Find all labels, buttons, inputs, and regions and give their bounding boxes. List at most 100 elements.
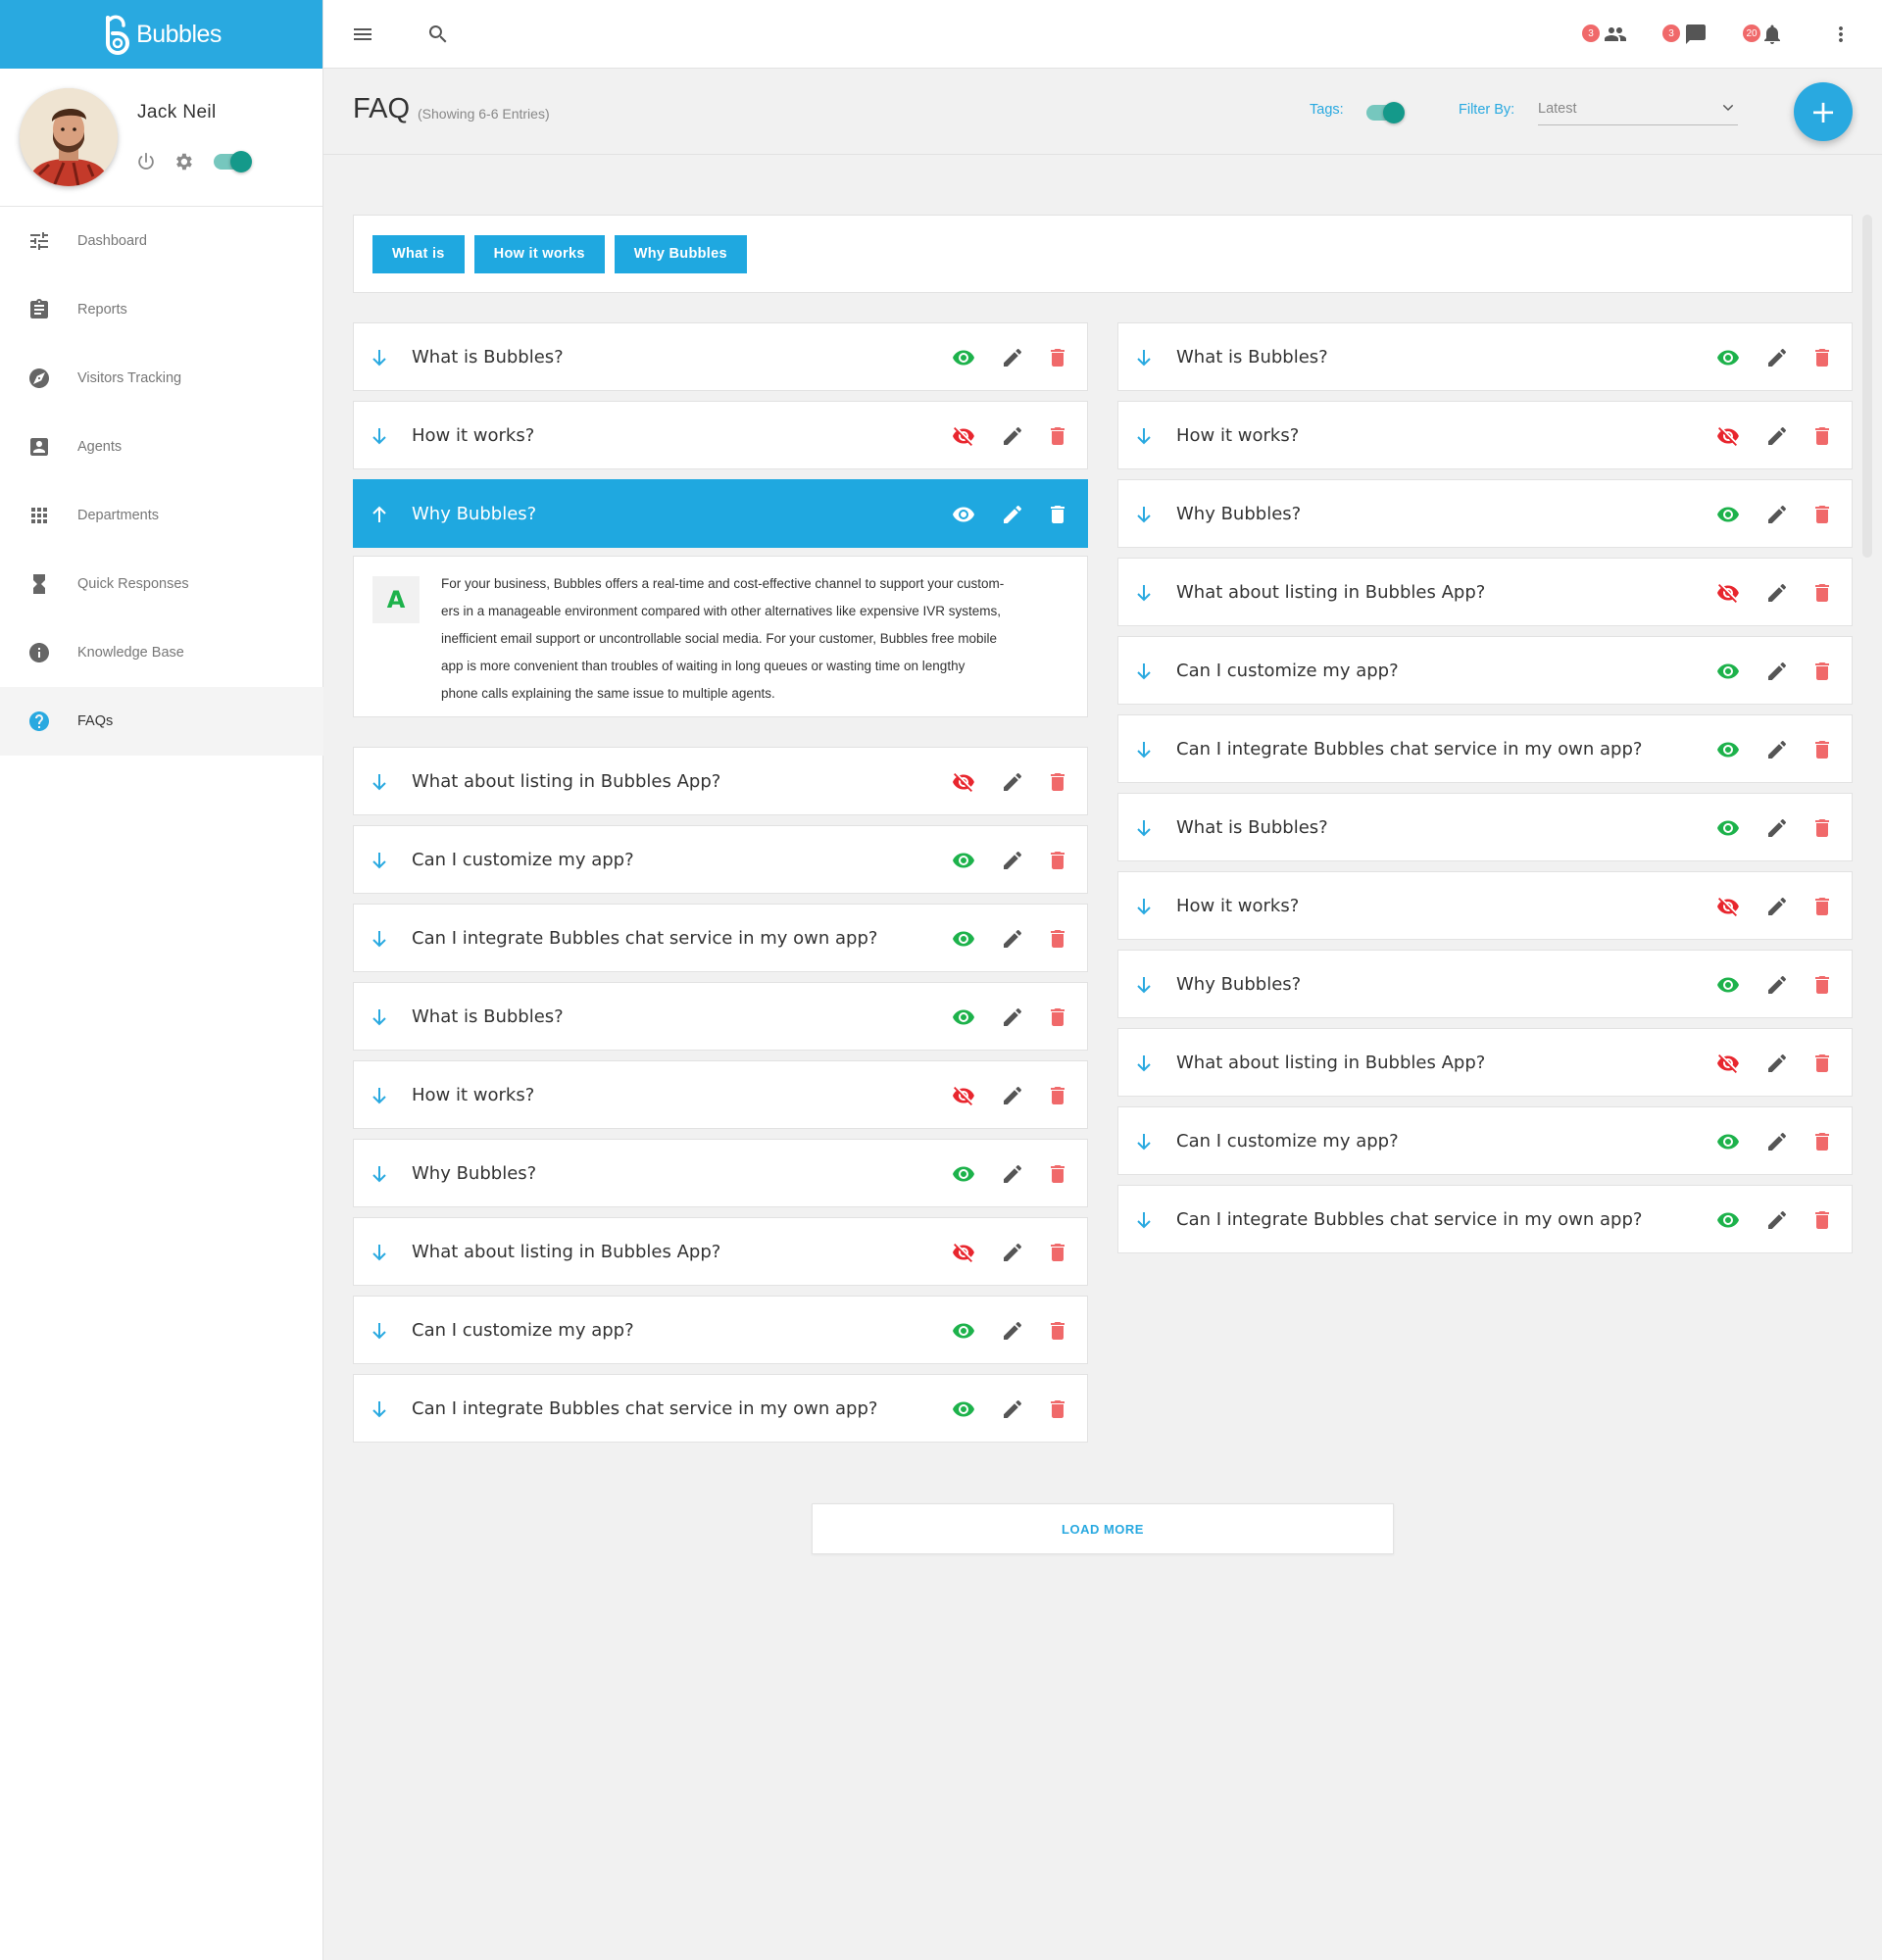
trash-icon[interactable] <box>1810 660 1834 683</box>
scrollbar[interactable] <box>1862 215 1872 558</box>
eye-icon[interactable] <box>1716 738 1740 761</box>
sidebar-item-departments[interactable]: Departments <box>0 481 323 550</box>
edit-icon[interactable] <box>1765 660 1789 683</box>
arrow-down-icon[interactable] <box>368 849 391 872</box>
faq-item[interactable]: Can I customize my app? <box>353 825 1088 894</box>
sidebar-item-quick-responses[interactable]: Quick Responses <box>0 550 323 618</box>
trash-icon[interactable] <box>1810 1052 1834 1075</box>
arrow-down-icon[interactable] <box>368 927 391 951</box>
edit-icon[interactable] <box>1001 849 1024 872</box>
eye-icon[interactable] <box>952 1397 975 1421</box>
add-faq-button[interactable]: + <box>1794 82 1853 141</box>
eye-icon[interactable] <box>1716 346 1740 369</box>
edit-icon[interactable] <box>1765 581 1789 605</box>
edit-icon[interactable] <box>1001 503 1024 526</box>
faq-item[interactable]: What about listing in Bubbles App? <box>353 1217 1088 1286</box>
faq-item[interactable]: How it works? <box>1117 401 1853 469</box>
trash-icon[interactable] <box>1046 346 1069 369</box>
tab-what-is[interactable]: What is <box>372 234 465 273</box>
trash-icon[interactable] <box>1810 581 1834 605</box>
eye-icon[interactable] <box>1716 1208 1740 1232</box>
arrow-down-icon[interactable] <box>368 1241 391 1264</box>
edit-icon[interactable] <box>1001 1319 1024 1343</box>
arrow-down-icon[interactable] <box>368 1162 391 1186</box>
eye-off-icon[interactable] <box>952 424 975 448</box>
edit-icon[interactable] <box>1765 738 1789 761</box>
eye-off-icon[interactable] <box>1716 424 1740 448</box>
arrow-down-icon[interactable] <box>368 1319 391 1343</box>
arrow-down-icon[interactable] <box>368 346 391 369</box>
eye-icon[interactable] <box>952 849 975 872</box>
edit-icon[interactable] <box>1001 1397 1024 1421</box>
edit-icon[interactable] <box>1001 424 1024 448</box>
edit-icon[interactable] <box>1765 346 1789 369</box>
trash-icon[interactable] <box>1046 1397 1069 1421</box>
eye-off-icon[interactable] <box>952 1241 975 1264</box>
arrow-down-icon[interactable] <box>1132 973 1156 997</box>
arrow-down-icon[interactable] <box>368 1084 391 1107</box>
sidebar-item-agents[interactable]: Agents <box>0 413 323 481</box>
trash-icon[interactable] <box>1810 895 1834 918</box>
eye-icon[interactable] <box>952 927 975 951</box>
trash-icon[interactable] <box>1810 738 1834 761</box>
faq-item[interactable]: What is Bubbles? <box>1117 322 1853 391</box>
eye-icon[interactable] <box>952 503 975 526</box>
trash-icon[interactable] <box>1810 816 1834 840</box>
load-more-button[interactable]: LOAD MORE <box>812 1503 1394 1554</box>
edit-icon[interactable] <box>1001 346 1024 369</box>
sidebar-item-knowledge-base[interactable]: Knowledge Base <box>0 618 323 687</box>
eye-icon[interactable] <box>1716 503 1740 526</box>
trash-icon[interactable] <box>1046 1241 1069 1264</box>
trash-icon[interactable] <box>1046 927 1069 951</box>
edit-icon[interactable] <box>1001 927 1024 951</box>
arrow-down-icon[interactable] <box>368 1005 391 1029</box>
faq-item[interactable]: Why Bubbles? <box>1117 950 1853 1018</box>
faq-item[interactable]: What is Bubbles? <box>353 982 1088 1051</box>
trash-icon[interactable] <box>1810 346 1834 369</box>
edit-icon[interactable] <box>1001 1084 1024 1107</box>
more-vert-icon[interactable] <box>1829 23 1853 46</box>
faq-item[interactable]: Can I integrate Bubbles chat service in … <box>353 1374 1088 1443</box>
trash-icon[interactable] <box>1810 973 1834 997</box>
edit-icon[interactable] <box>1001 1162 1024 1186</box>
eye-off-icon[interactable] <box>952 1084 975 1107</box>
eye-icon[interactable] <box>952 1162 975 1186</box>
trash-icon[interactable] <box>1810 1130 1834 1153</box>
brand-header[interactable]: Bubbles <box>0 0 322 69</box>
sidebar-item-reports[interactable]: Reports <box>0 275 323 344</box>
eye-off-icon[interactable] <box>1716 581 1740 605</box>
arrow-down-icon[interactable] <box>1132 660 1156 683</box>
filter-select[interactable]: Latest <box>1538 90 1738 125</box>
trash-icon[interactable] <box>1046 849 1069 872</box>
bell-icon[interactable] <box>1760 23 1784 46</box>
faq-item[interactable]: Can I integrate Bubbles chat service in … <box>1117 1185 1853 1253</box>
eye-icon[interactable] <box>1716 660 1740 683</box>
edit-icon[interactable] <box>1765 503 1789 526</box>
arrow-down-icon[interactable] <box>368 1397 391 1421</box>
faq-item[interactable]: Why Bubbles? <box>1117 479 1853 548</box>
arrow-down-icon[interactable] <box>1132 816 1156 840</box>
arrow-down-icon[interactable] <box>1132 895 1156 918</box>
trash-icon[interactable] <box>1046 1162 1069 1186</box>
search-icon[interactable] <box>426 23 450 46</box>
eye-off-icon[interactable] <box>952 770 975 794</box>
edit-icon[interactable] <box>1765 973 1789 997</box>
users-icon[interactable] <box>1604 23 1627 46</box>
power-icon[interactable] <box>135 151 157 172</box>
faq-item[interactable]: What is Bubbles? <box>1117 793 1853 861</box>
eye-icon[interactable] <box>952 346 975 369</box>
arrow-down-icon[interactable] <box>1132 1052 1156 1075</box>
gear-icon[interactable] <box>173 151 194 172</box>
tab-why-bubbles[interactable]: Why Bubbles <box>614 234 747 273</box>
eye-off-icon[interactable] <box>1716 895 1740 918</box>
edit-icon[interactable] <box>1765 424 1789 448</box>
faq-item[interactable]: What about listing in Bubbles App? <box>1117 1028 1853 1097</box>
trash-icon[interactable] <box>1810 503 1834 526</box>
faq-item[interactable]: Can I customize my app? <box>353 1296 1088 1364</box>
eye-icon[interactable] <box>952 1319 975 1343</box>
trash-icon[interactable] <box>1046 503 1069 526</box>
arrow-up-icon[interactable] <box>368 503 391 526</box>
faq-item[interactable]: Can I integrate Bubbles chat service in … <box>1117 714 1853 783</box>
arrow-down-icon[interactable] <box>1132 738 1156 761</box>
eye-icon[interactable] <box>1716 816 1740 840</box>
